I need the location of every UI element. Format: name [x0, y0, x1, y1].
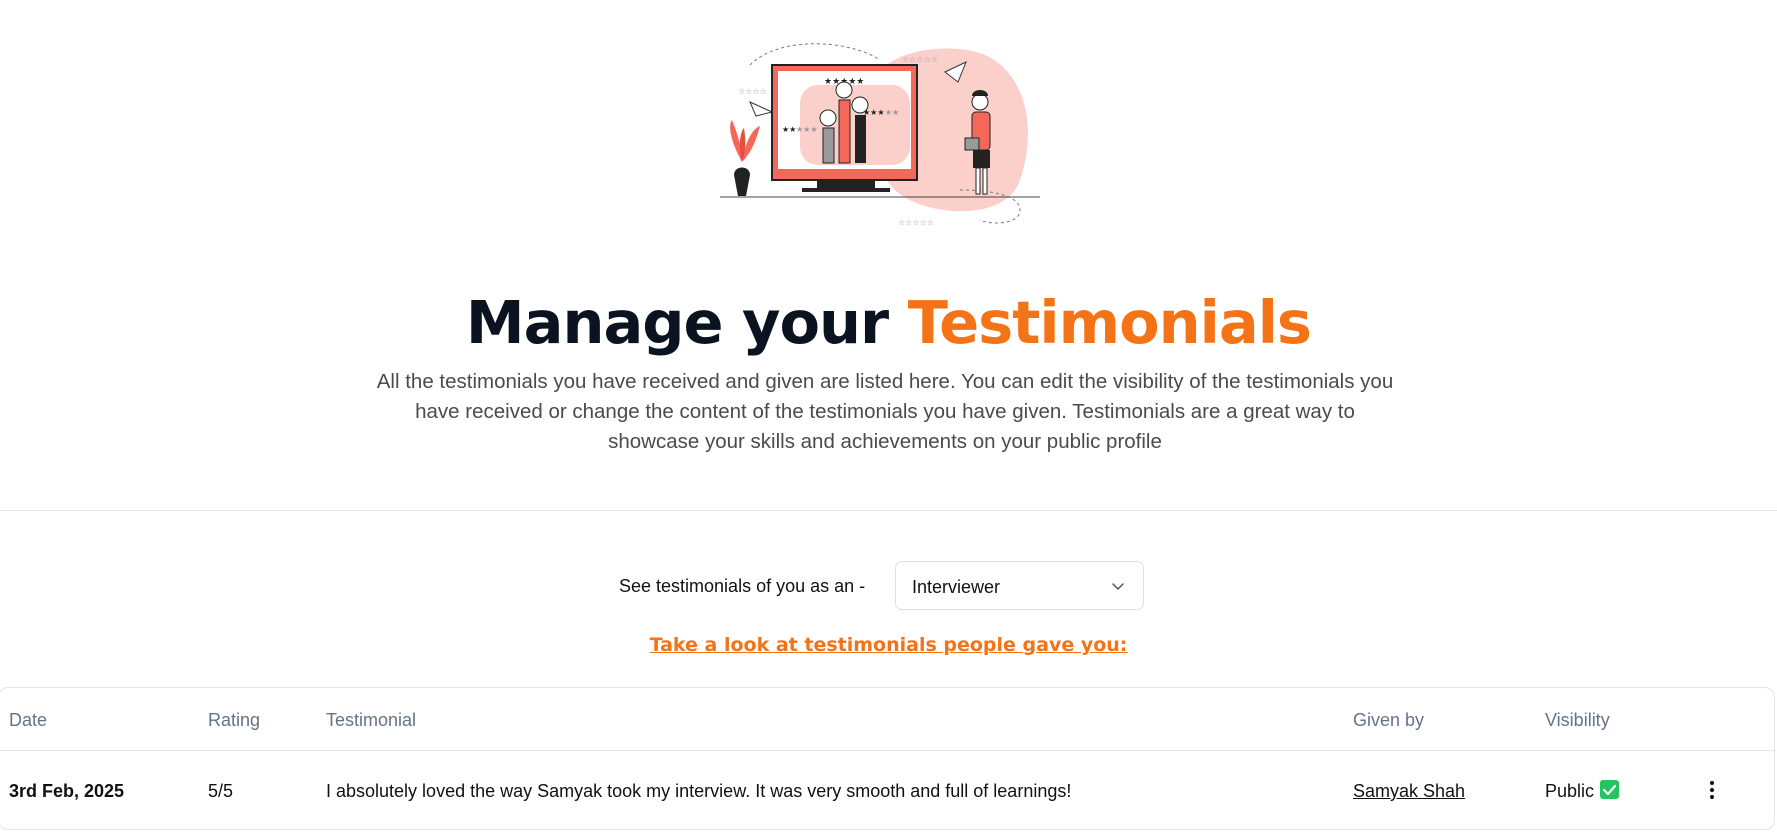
table-header: Date Rating Testimonial Given by Visibil…: [0, 688, 1774, 751]
column-header-rating: Rating: [208, 710, 261, 730]
column-header-given-by: Given by: [1353, 710, 1425, 730]
role-select-value: Interviewer: [912, 577, 1001, 597]
svg-text:☆☆☆☆☆: ☆☆☆☆☆: [898, 218, 934, 227]
title-main: Manage your: [465, 288, 908, 357]
row-more-options-icon[interactable]: [1704, 778, 1720, 802]
testimonials-illustration: ☆☆☆☆☆ ☆☆☆☆ ☆☆☆☆☆ ★★★★★ ★★ ★★★ ★★★ ★★: [720, 43, 1040, 227]
chevron-down-icon: [1112, 583, 1124, 590]
page-title: Manage your Testimonials: [0, 288, 1777, 357]
visibility-checkbox[interactable]: [1600, 780, 1619, 799]
column-header-testimonial: Testimonial: [326, 710, 417, 730]
section-divider: [0, 510, 1777, 511]
row-date: 3rd Feb, 2025: [9, 781, 125, 801]
testimonials-table: Date Rating Testimonial Given by Visibil…: [0, 687, 1775, 830]
svg-text:★★★: ★★★: [796, 125, 818, 134]
svg-text:★★: ★★: [885, 108, 899, 117]
role-select[interactable]: Interviewer: [895, 561, 1144, 610]
role-filter-label: See testimonials of you as an -: [619, 576, 866, 596]
column-header-date: Date: [9, 710, 48, 730]
row-testimonial: I absolutely loved the way Samyak took m…: [326, 781, 1072, 801]
received-testimonials-link[interactable]: Take a look at testimonials people gave …: [0, 634, 1777, 656]
title-accent: Testimonials: [907, 288, 1312, 357]
row-visibility-label: Public: [1545, 781, 1595, 801]
svg-text:☆☆☆☆☆: ☆☆☆☆☆: [902, 55, 938, 64]
page-description: All the testimonials you have received a…: [376, 370, 1394, 453]
svg-text:☆☆☆☆: ☆☆☆☆: [738, 87, 767, 96]
column-header-visibility: Visibility: [1545, 710, 1610, 730]
row-rating: 5/5: [208, 781, 234, 801]
svg-text:★★: ★★: [782, 125, 796, 134]
row-given-by-link[interactable]: Samyak Shah: [1353, 781, 1465, 802]
